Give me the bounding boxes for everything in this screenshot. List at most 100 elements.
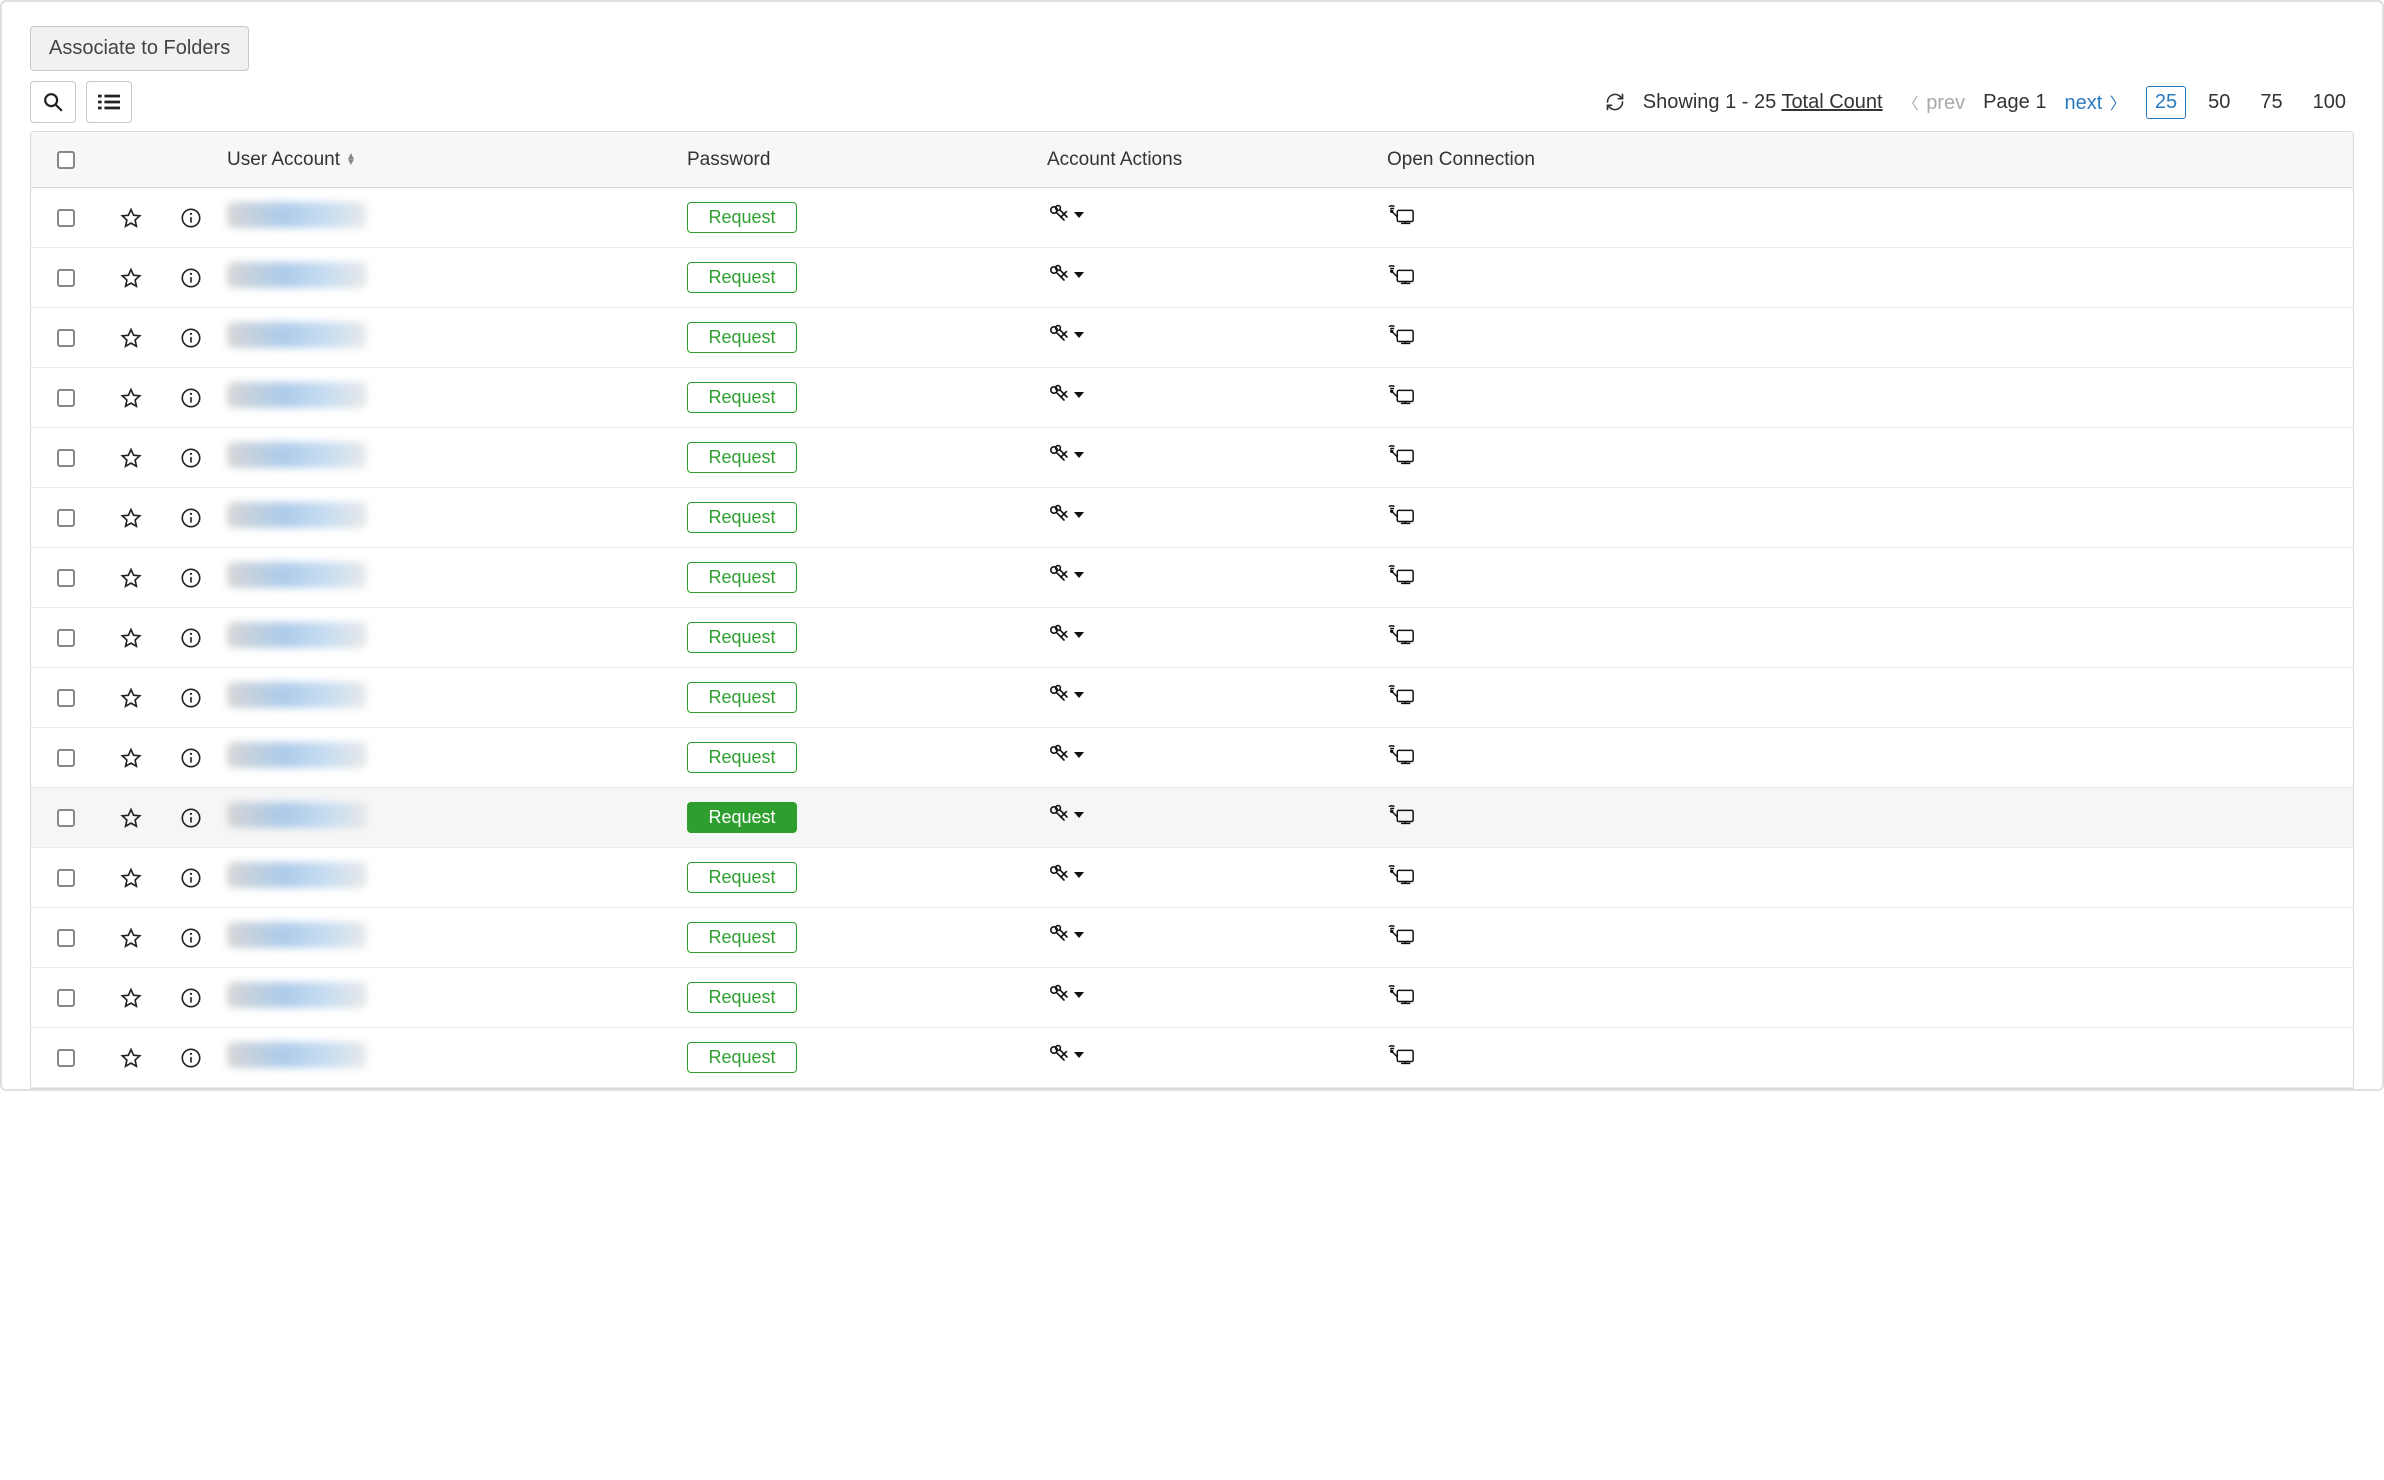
info-icon[interactable] — [180, 507, 202, 529]
row-checkbox[interactable] — [57, 569, 75, 587]
info-icon[interactable] — [180, 327, 202, 349]
info-icon[interactable] — [180, 687, 202, 709]
open-connection-button[interactable] — [1387, 623, 1415, 647]
account-actions-menu[interactable] — [1047, 443, 1084, 467]
open-connection-button[interactable] — [1387, 443, 1415, 467]
row-checkbox[interactable] — [57, 509, 75, 527]
row-checkbox[interactable] — [57, 329, 75, 347]
row-checkbox[interactable] — [57, 689, 75, 707]
info-icon[interactable] — [180, 567, 202, 589]
favorite-star-icon[interactable] — [120, 987, 142, 1009]
page-size-option[interactable]: 50 — [2200, 87, 2238, 118]
row-checkbox[interactable] — [57, 809, 75, 827]
info-icon[interactable] — [180, 387, 202, 409]
request-password-button[interactable]: Request — [687, 802, 797, 833]
account-actions-menu[interactable] — [1047, 383, 1084, 407]
column-options-button[interactable] — [86, 81, 132, 123]
info-icon[interactable] — [180, 807, 202, 829]
request-password-button[interactable]: Request — [687, 442, 797, 473]
user-account-link[interactable] — [227, 322, 367, 348]
account-actions-menu[interactable] — [1047, 863, 1084, 887]
favorite-star-icon[interactable] — [120, 267, 142, 289]
favorite-star-icon[interactable] — [120, 927, 142, 949]
user-account-link[interactable] — [227, 562, 367, 588]
user-account-link[interactable] — [227, 502, 367, 528]
open-connection-button[interactable] — [1387, 323, 1415, 347]
open-connection-button[interactable] — [1387, 983, 1415, 1007]
user-account-link[interactable] — [227, 802, 367, 828]
col-user-account[interactable]: User Account ▲▼ — [221, 149, 681, 171]
account-actions-menu[interactable] — [1047, 563, 1084, 587]
select-all-checkbox[interactable] — [57, 151, 75, 169]
col-password[interactable]: Password — [681, 149, 1041, 171]
user-account-link[interactable] — [227, 1042, 367, 1068]
total-count-link[interactable]: Total Count — [1781, 91, 1882, 113]
user-account-link[interactable] — [227, 982, 367, 1008]
user-account-link[interactable] — [227, 262, 367, 288]
row-checkbox[interactable] — [57, 269, 75, 287]
open-connection-button[interactable] — [1387, 803, 1415, 827]
request-password-button[interactable]: Request — [687, 502, 797, 533]
favorite-star-icon[interactable] — [120, 447, 142, 469]
request-password-button[interactable]: Request — [687, 1042, 797, 1073]
col-account-actions[interactable]: Account Actions — [1041, 149, 1381, 171]
col-open-connection[interactable]: Open Connection — [1381, 149, 1681, 171]
favorite-star-icon[interactable] — [120, 207, 142, 229]
account-actions-menu[interactable] — [1047, 983, 1084, 1007]
info-icon[interactable] — [180, 267, 202, 289]
favorite-star-icon[interactable] — [120, 807, 142, 829]
open-connection-button[interactable] — [1387, 563, 1415, 587]
account-actions-menu[interactable] — [1047, 503, 1084, 527]
request-password-button[interactable]: Request — [687, 922, 797, 953]
info-icon[interactable] — [180, 867, 202, 889]
request-password-button[interactable]: Request — [687, 682, 797, 713]
account-actions-menu[interactable] — [1047, 323, 1084, 347]
account-actions-menu[interactable] — [1047, 263, 1084, 287]
user-account-link[interactable] — [227, 382, 367, 408]
page-size-option[interactable]: 100 — [2305, 87, 2354, 118]
open-connection-button[interactable] — [1387, 263, 1415, 287]
user-account-link[interactable] — [227, 202, 367, 228]
info-icon[interactable] — [180, 207, 202, 229]
request-password-button[interactable]: Request — [687, 562, 797, 593]
open-connection-button[interactable] — [1387, 1043, 1415, 1067]
associate-to-folders-button[interactable]: Associate to Folders — [30, 26, 249, 71]
account-actions-menu[interactable] — [1047, 743, 1084, 767]
request-password-button[interactable]: Request — [687, 622, 797, 653]
account-actions-menu[interactable] — [1047, 803, 1084, 827]
request-password-button[interactable]: Request — [687, 322, 797, 353]
search-button[interactable] — [30, 81, 76, 123]
account-actions-menu[interactable] — [1047, 683, 1084, 707]
open-connection-button[interactable] — [1387, 923, 1415, 947]
row-checkbox[interactable] — [57, 209, 75, 227]
user-account-link[interactable] — [227, 682, 367, 708]
favorite-star-icon[interactable] — [120, 387, 142, 409]
page-size-option[interactable]: 75 — [2252, 87, 2290, 118]
info-icon[interactable] — [180, 447, 202, 469]
account-actions-menu[interactable] — [1047, 1043, 1084, 1067]
row-checkbox[interactable] — [57, 989, 75, 1007]
open-connection-button[interactable] — [1387, 683, 1415, 707]
info-icon[interactable] — [180, 927, 202, 949]
favorite-star-icon[interactable] — [120, 627, 142, 649]
open-connection-button[interactable] — [1387, 743, 1415, 767]
open-connection-button[interactable] — [1387, 863, 1415, 887]
row-checkbox[interactable] — [57, 629, 75, 647]
favorite-star-icon[interactable] — [120, 867, 142, 889]
open-connection-button[interactable] — [1387, 203, 1415, 227]
open-connection-button[interactable] — [1387, 383, 1415, 407]
user-account-link[interactable] — [227, 622, 367, 648]
account-actions-menu[interactable] — [1047, 923, 1084, 947]
request-password-button[interactable]: Request — [687, 202, 797, 233]
pager-prev[interactable]: 〈 prev — [1901, 90, 1965, 115]
account-actions-menu[interactable] — [1047, 623, 1084, 647]
pager-next[interactable]: next 〉 — [2064, 90, 2127, 115]
request-password-button[interactable]: Request — [687, 862, 797, 893]
row-checkbox[interactable] — [57, 749, 75, 767]
favorite-star-icon[interactable] — [120, 327, 142, 349]
refresh-button[interactable] — [1605, 92, 1625, 112]
row-checkbox[interactable] — [57, 389, 75, 407]
info-icon[interactable] — [180, 747, 202, 769]
request-password-button[interactable]: Request — [687, 742, 797, 773]
user-account-link[interactable] — [227, 862, 367, 888]
